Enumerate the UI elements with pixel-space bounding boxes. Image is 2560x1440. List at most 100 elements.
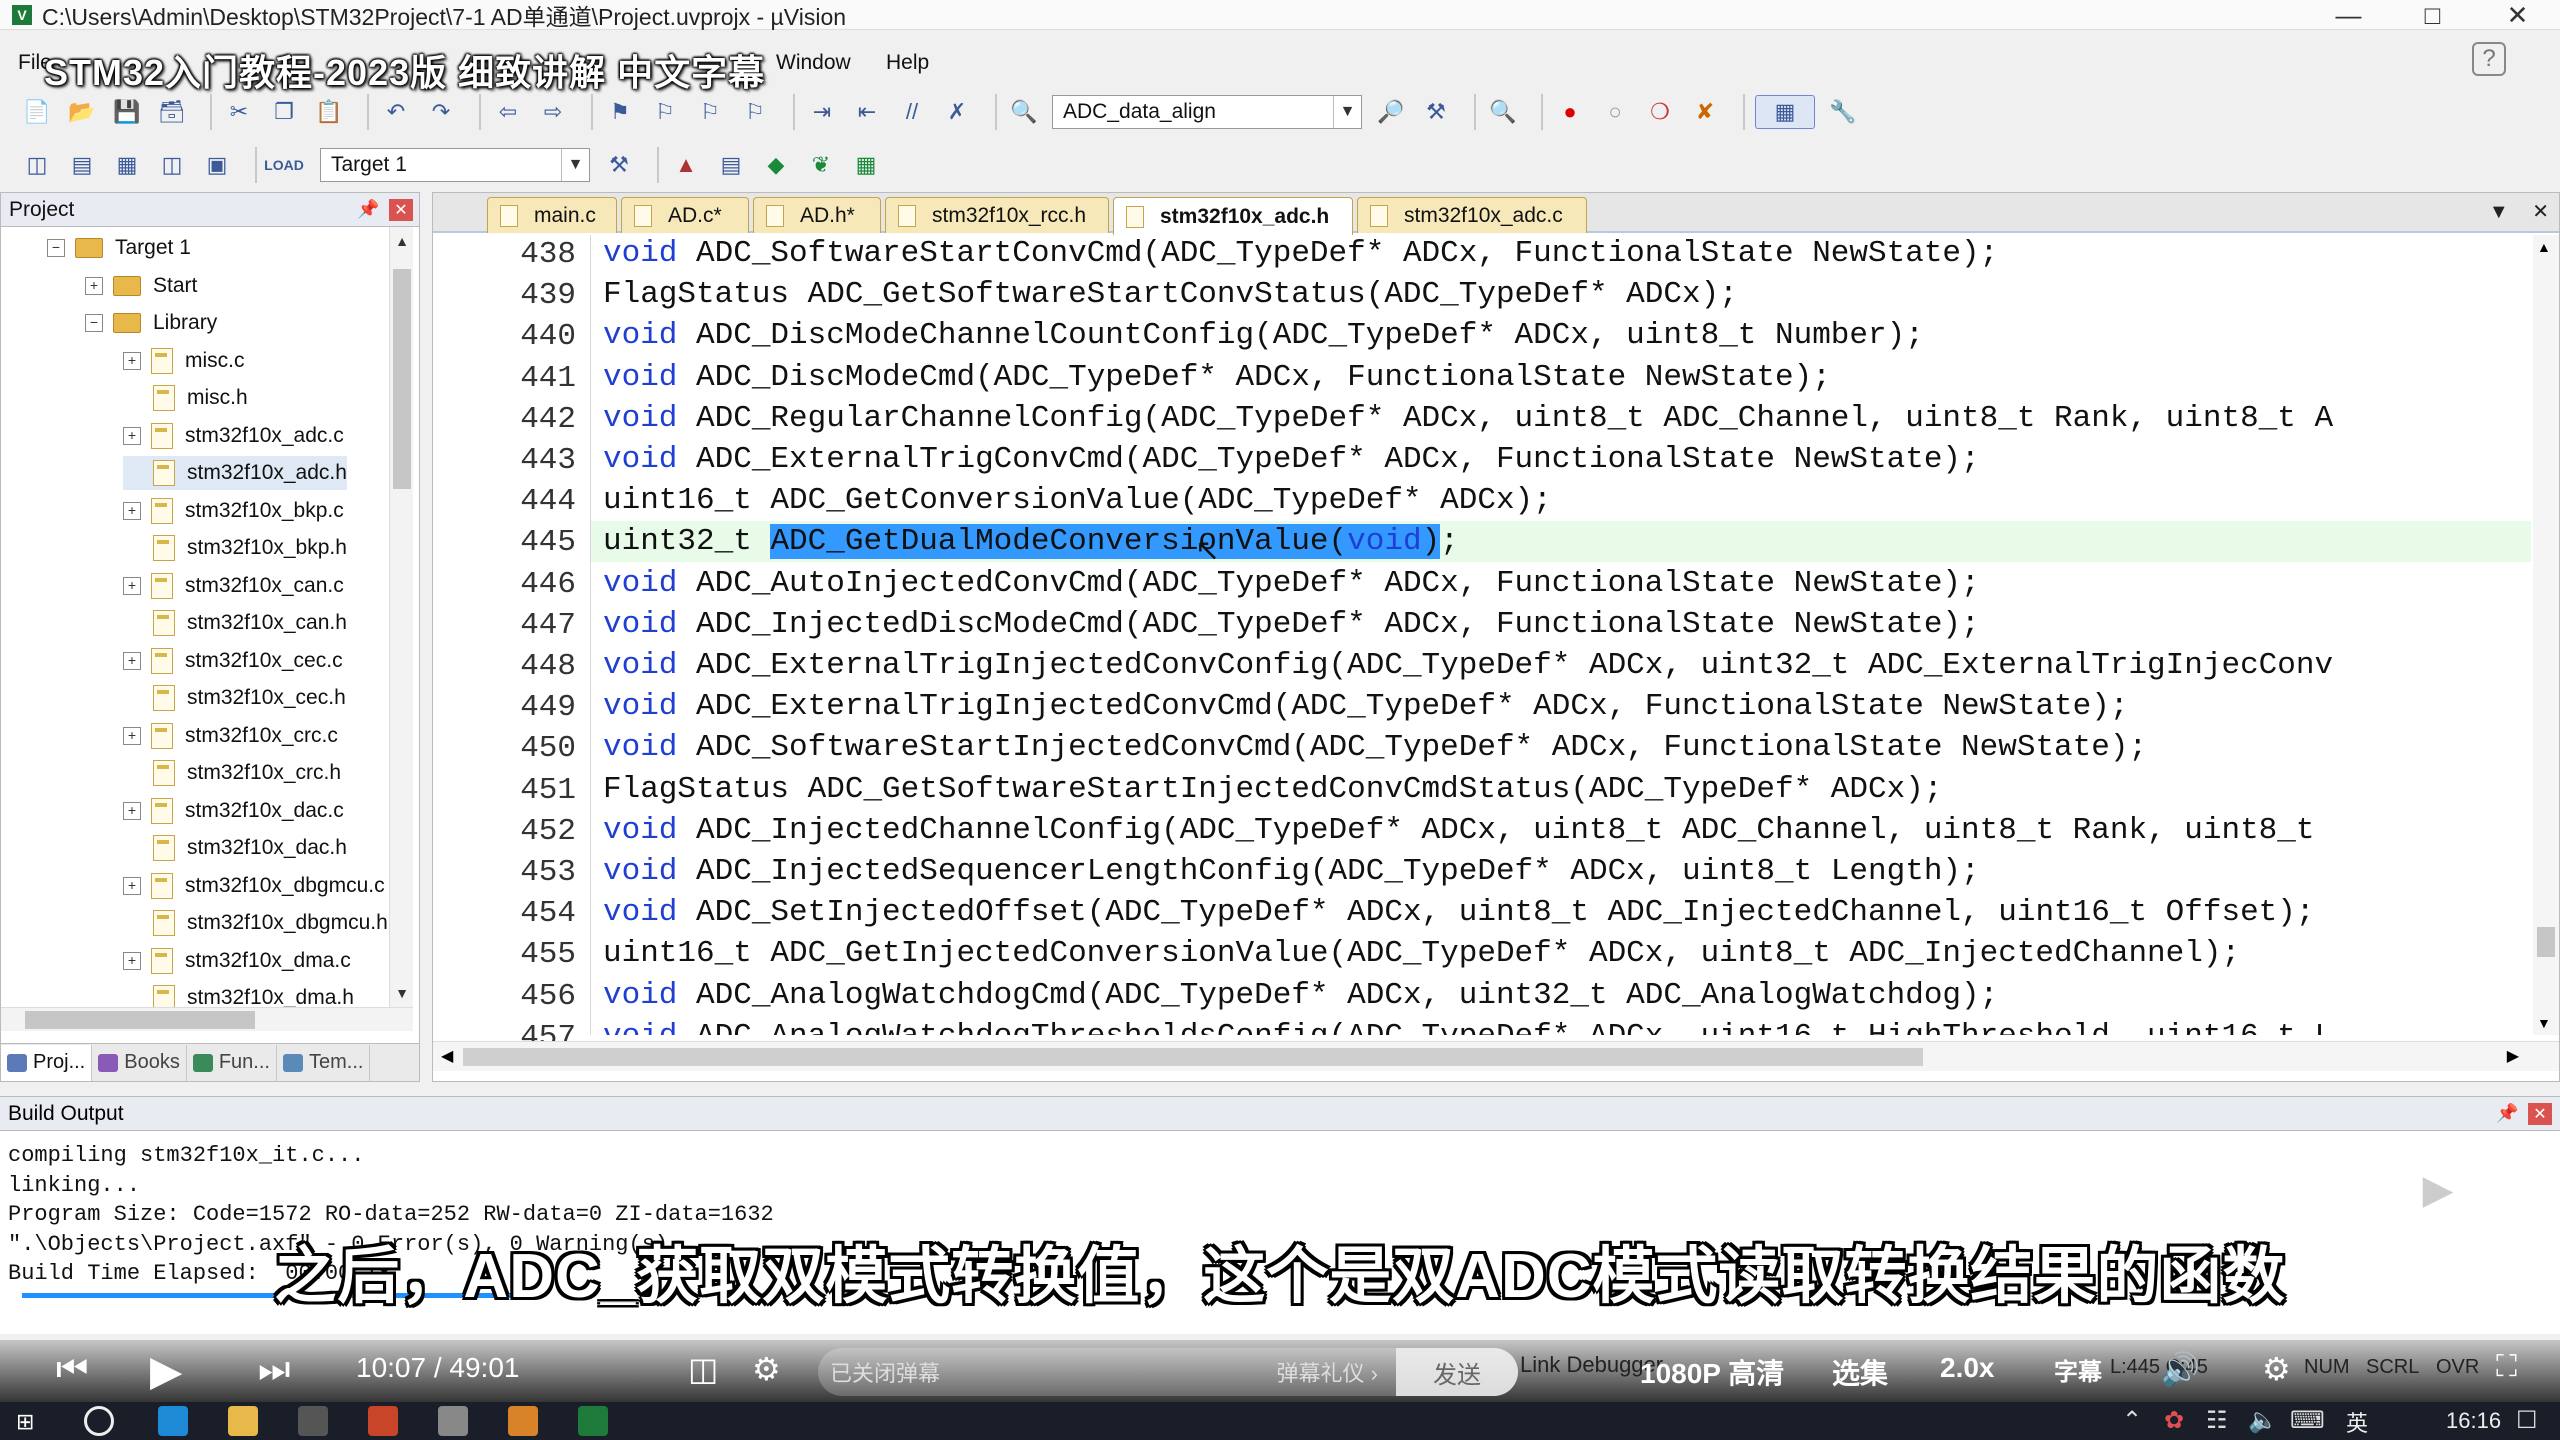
tree-folder-item[interactable]: + Start (85, 269, 197, 303)
editor-vscroll[interactable]: ▲ ▼ (2533, 235, 2559, 1035)
settings-gear-icon[interactable]: ⚙ (2262, 1350, 2291, 1388)
copy-icon[interactable]: ❐ (267, 95, 301, 129)
code-line[interactable]: void ADC_DiscModeCmd(ADC_TypeDef* ADCx, … (591, 357, 2531, 398)
tree-file-item[interactable]: + stm32f10x_cec.c (123, 644, 343, 678)
tree-file-item[interactable]: + stm32f10x_dma.c (123, 944, 351, 978)
uncomment-icon[interactable]: ✗ (940, 95, 974, 129)
editor-hscroll[interactable]: ◀ ▶ (433, 1041, 2559, 1071)
tree-file-item[interactable]: stm32f10x_dbgmcu.h (123, 906, 388, 940)
tree-file-item[interactable]: misc.h (123, 381, 248, 415)
breakpoint-disable-all-icon[interactable]: ❍ (1643, 95, 1677, 129)
code-area[interactable]: void ADC_SoftwareStartConvCmd(ADC_TypeDe… (591, 235, 2531, 1035)
breakpoint-insert-icon[interactable]: ● (1553, 95, 1587, 129)
expand-icon[interactable]: + (123, 651, 141, 670)
quality-button[interactable]: 1080P 高清 (1640, 1352, 1784, 1392)
code-line[interactable]: void ADC_AnalogWatchdogCmd(ADC_TypeDef* … (591, 975, 2531, 1016)
tree-file-item[interactable]: stm32f10x_cec.h (123, 681, 346, 715)
maximize-button[interactable]: □ (2390, 0, 2475, 30)
tray-chevron-up-icon[interactable]: ⌃ (2122, 1406, 2142, 1435)
editor-tab[interactable]: main.c (487, 197, 617, 233)
keyboard-icon[interactable]: ⌨ (2290, 1406, 2325, 1435)
danmu-gift-link[interactable]: 弹幕礼仪 › (1277, 1356, 1378, 1388)
save-icon[interactable]: 💾 (110, 95, 144, 129)
translate-icon[interactable]: ◫ (20, 148, 54, 182)
photos-icon[interactable] (438, 1406, 468, 1436)
tree-folder-item[interactable]: − Target 1 (47, 231, 191, 265)
code-line[interactable]: void ADC_ExternalTrigConvCmd(ADC_TypeDef… (591, 439, 2531, 480)
code-line[interactable]: void ADC_InjectedChannelConfig(ADC_TypeD… (591, 810, 2531, 851)
project-tree-vscroll[interactable]: ▲ ▼ (389, 227, 413, 1007)
paste-icon[interactable]: 📋 (312, 95, 346, 129)
code-line[interactable]: uint16_t ADC_GetConversionValue(ADC_Type… (591, 480, 2531, 521)
code-line[interactable]: void ADC_AnalogWatchdogThresholdsConfig(… (591, 1016, 2531, 1035)
tree-file-item[interactable]: stm32f10x_bkp.h (123, 531, 347, 565)
collapse-icon[interactable]: − (85, 314, 103, 332)
expand-icon[interactable]: + (123, 801, 141, 820)
menu-item-help[interactable]: Help (872, 51, 943, 75)
pack-installer-icon[interactable]: ▦ (849, 148, 883, 182)
rebuild-icon[interactable]: ▦ (110, 148, 144, 182)
code-line[interactable]: void ADC_InjectedSequencerLengthConfig(A… (591, 851, 2531, 892)
float-play-icon[interactable]: ▶ (2388, 1150, 2488, 1230)
code-line[interactable]: void ADC_ExternalTrigInjectedConvConfig(… (591, 645, 2531, 686)
code-line[interactable]: void ADC_SetInjectedOffset(ADC_TypeDef* … (591, 892, 2531, 933)
tree-file-item[interactable]: + stm32f10x_can.c (123, 569, 344, 603)
target-combo[interactable]: Target 1 ▼ (320, 148, 590, 182)
close-icon[interactable]: ✕ (2528, 1103, 2552, 1125)
build-icon[interactable]: ▤ (65, 148, 99, 182)
scroll-down-icon[interactable]: ▼ (390, 979, 414, 1007)
editor-tab[interactable]: stm32f10x_rcc.h (885, 197, 1109, 233)
scroll-up-icon[interactable]: ▲ (390, 227, 414, 255)
open-file-icon[interactable]: 📂 (65, 95, 99, 129)
scroll-thumb[interactable] (2537, 927, 2555, 957)
target-options-icon[interactable]: ⚒ (602, 148, 636, 182)
play-icon[interactable]: ▶ (150, 1346, 182, 1395)
code-line[interactable]: void ADC_AutoInjectedConvCmd(ADC_TypeDef… (591, 563, 2531, 604)
speaker-icon[interactable]: 🔈 (2248, 1406, 2278, 1435)
uvision-taskbar-icon[interactable] (578, 1406, 608, 1436)
stop-build-icon[interactable]: ▣ (200, 148, 234, 182)
app-icon[interactable] (508, 1406, 538, 1436)
code-line[interactable]: uint32_t ADC_GetDualModeConversionValue(… (591, 521, 2531, 563)
fullscreen-icon[interactable]: ⛶ (2496, 1350, 2517, 1384)
code-line[interactable]: uint16_t ADC_GetInjectedConversionValue(… (591, 933, 2531, 974)
pin-icon[interactable]: 📌 (357, 199, 379, 220)
ime-indicator[interactable]: 英 (2346, 1406, 2368, 1438)
tree-file-item[interactable]: + stm32f10x_dbgmcu.c (123, 869, 385, 903)
tree-file-item[interactable]: + misc.c (123, 344, 245, 378)
minimize-button[interactable]: — (2306, 0, 2391, 30)
navigate-forward-icon[interactable]: ⇨ (536, 95, 570, 129)
code-line[interactable]: void ADC_SoftwareStartConvCmd(ADC_TypeDe… (591, 235, 2531, 274)
expand-icon[interactable]: + (123, 351, 141, 370)
manage-rte-icon[interactable]: ❦ (804, 148, 838, 182)
scroll-right-icon[interactable]: ▶ (2507, 1046, 2519, 1066)
expand-icon[interactable]: + (123, 426, 141, 445)
search-icon[interactable] (84, 1406, 114, 1436)
tree-file-item[interactable]: stm32f10x_dma.h (123, 981, 354, 1007)
pane-tab-1[interactable]: Books (92, 1044, 187, 1081)
windows-start-icon[interactable]: ⊞ (16, 1410, 42, 1434)
select-packs-icon[interactable]: ◆ (759, 148, 793, 182)
code-line[interactable]: void ADC_DiscModeChannelCountConfig(ADC_… (591, 315, 2531, 356)
episodes-button[interactable]: 选集 (1832, 1352, 1888, 1392)
bookmark-clear-icon[interactable]: ⚐ (738, 95, 772, 129)
code-line[interactable]: FlagStatus ADC_GetSoftwareStartConvStatu… (591, 274, 2531, 315)
pane-tab-3[interactable]: Tem... (277, 1044, 371, 1081)
tree-file-item[interactable]: + stm32f10x_adc.c (123, 419, 344, 453)
editor-tab[interactable]: stm32f10x_adc.h (1113, 197, 1353, 235)
speed-button[interactable]: 2.0x (1940, 1352, 1995, 1384)
tree-folder-item[interactable]: − Library (85, 306, 217, 340)
scroll-up-icon[interactable]: ▲ (2537, 239, 2551, 255)
tree-file-item[interactable]: + stm32f10x_dac.c (123, 794, 344, 828)
scroll-down-icon[interactable]: ▼ (2537, 1015, 2551, 1031)
scroll-thumb[interactable] (393, 269, 411, 489)
find-icon[interactable]: 🔎 (1374, 95, 1408, 129)
undo-icon[interactable]: ↶ (379, 95, 413, 129)
batch-build-icon[interactable]: ◫ (155, 148, 189, 182)
notification-icon[interactable]: ☐ (2516, 1406, 2538, 1435)
pane-tab-2[interactable]: Fun... (187, 1044, 277, 1081)
tree-file-item[interactable]: + stm32f10x_bkp.c (123, 494, 344, 528)
tree-file-item[interactable]: stm32f10x_dac.h (123, 831, 347, 865)
tree-file-item[interactable]: stm32f10x_crc.h (123, 756, 341, 790)
chevron-down-icon[interactable]: ▼ (2489, 201, 2509, 223)
